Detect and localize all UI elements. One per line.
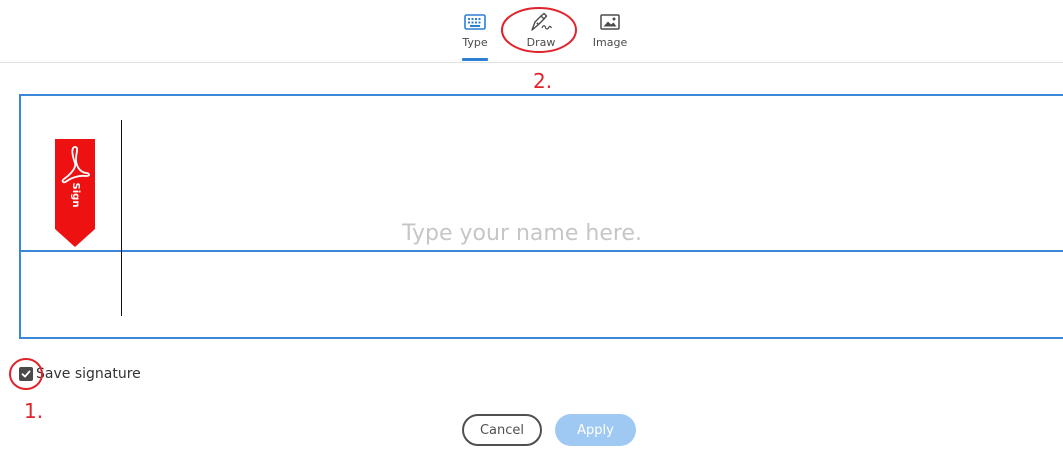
tab-image[interactable]: Image: [592, 0, 628, 62]
cancel-button[interactable]: Cancel: [462, 414, 542, 446]
pen-nib-icon: [529, 11, 553, 33]
tab-type[interactable]: Type: [458, 0, 492, 62]
tab-image-label: Image: [592, 36, 628, 49]
signature-dialog: Type Draw Image Sign Type your name here…: [0, 0, 1063, 455]
save-signature-checkbox[interactable]: [19, 367, 33, 381]
signature-separator-line: [121, 120, 122, 316]
tab-type-label: Type: [462, 36, 488, 49]
save-signature-label[interactable]: Save signature: [36, 365, 141, 383]
signature-mode-tabs: Type Draw Image: [0, 0, 1063, 63]
annotation-marker-1: 1.: [24, 399, 44, 423]
keyboard-icon: [463, 11, 487, 33]
annotation-marker-2: 2.: [533, 69, 553, 93]
checkmark-icon: [21, 370, 31, 378]
image-icon: [598, 11, 622, 33]
apply-button[interactable]: Apply: [555, 414, 636, 446]
tab-draw[interactable]: Draw: [523, 0, 559, 62]
sign-flag-label: Sign: [70, 182, 81, 208]
signature-placeholder[interactable]: Type your name here.: [402, 215, 642, 253]
active-tab-indicator: [462, 58, 488, 61]
tab-draw-label: Draw: [526, 36, 556, 49]
